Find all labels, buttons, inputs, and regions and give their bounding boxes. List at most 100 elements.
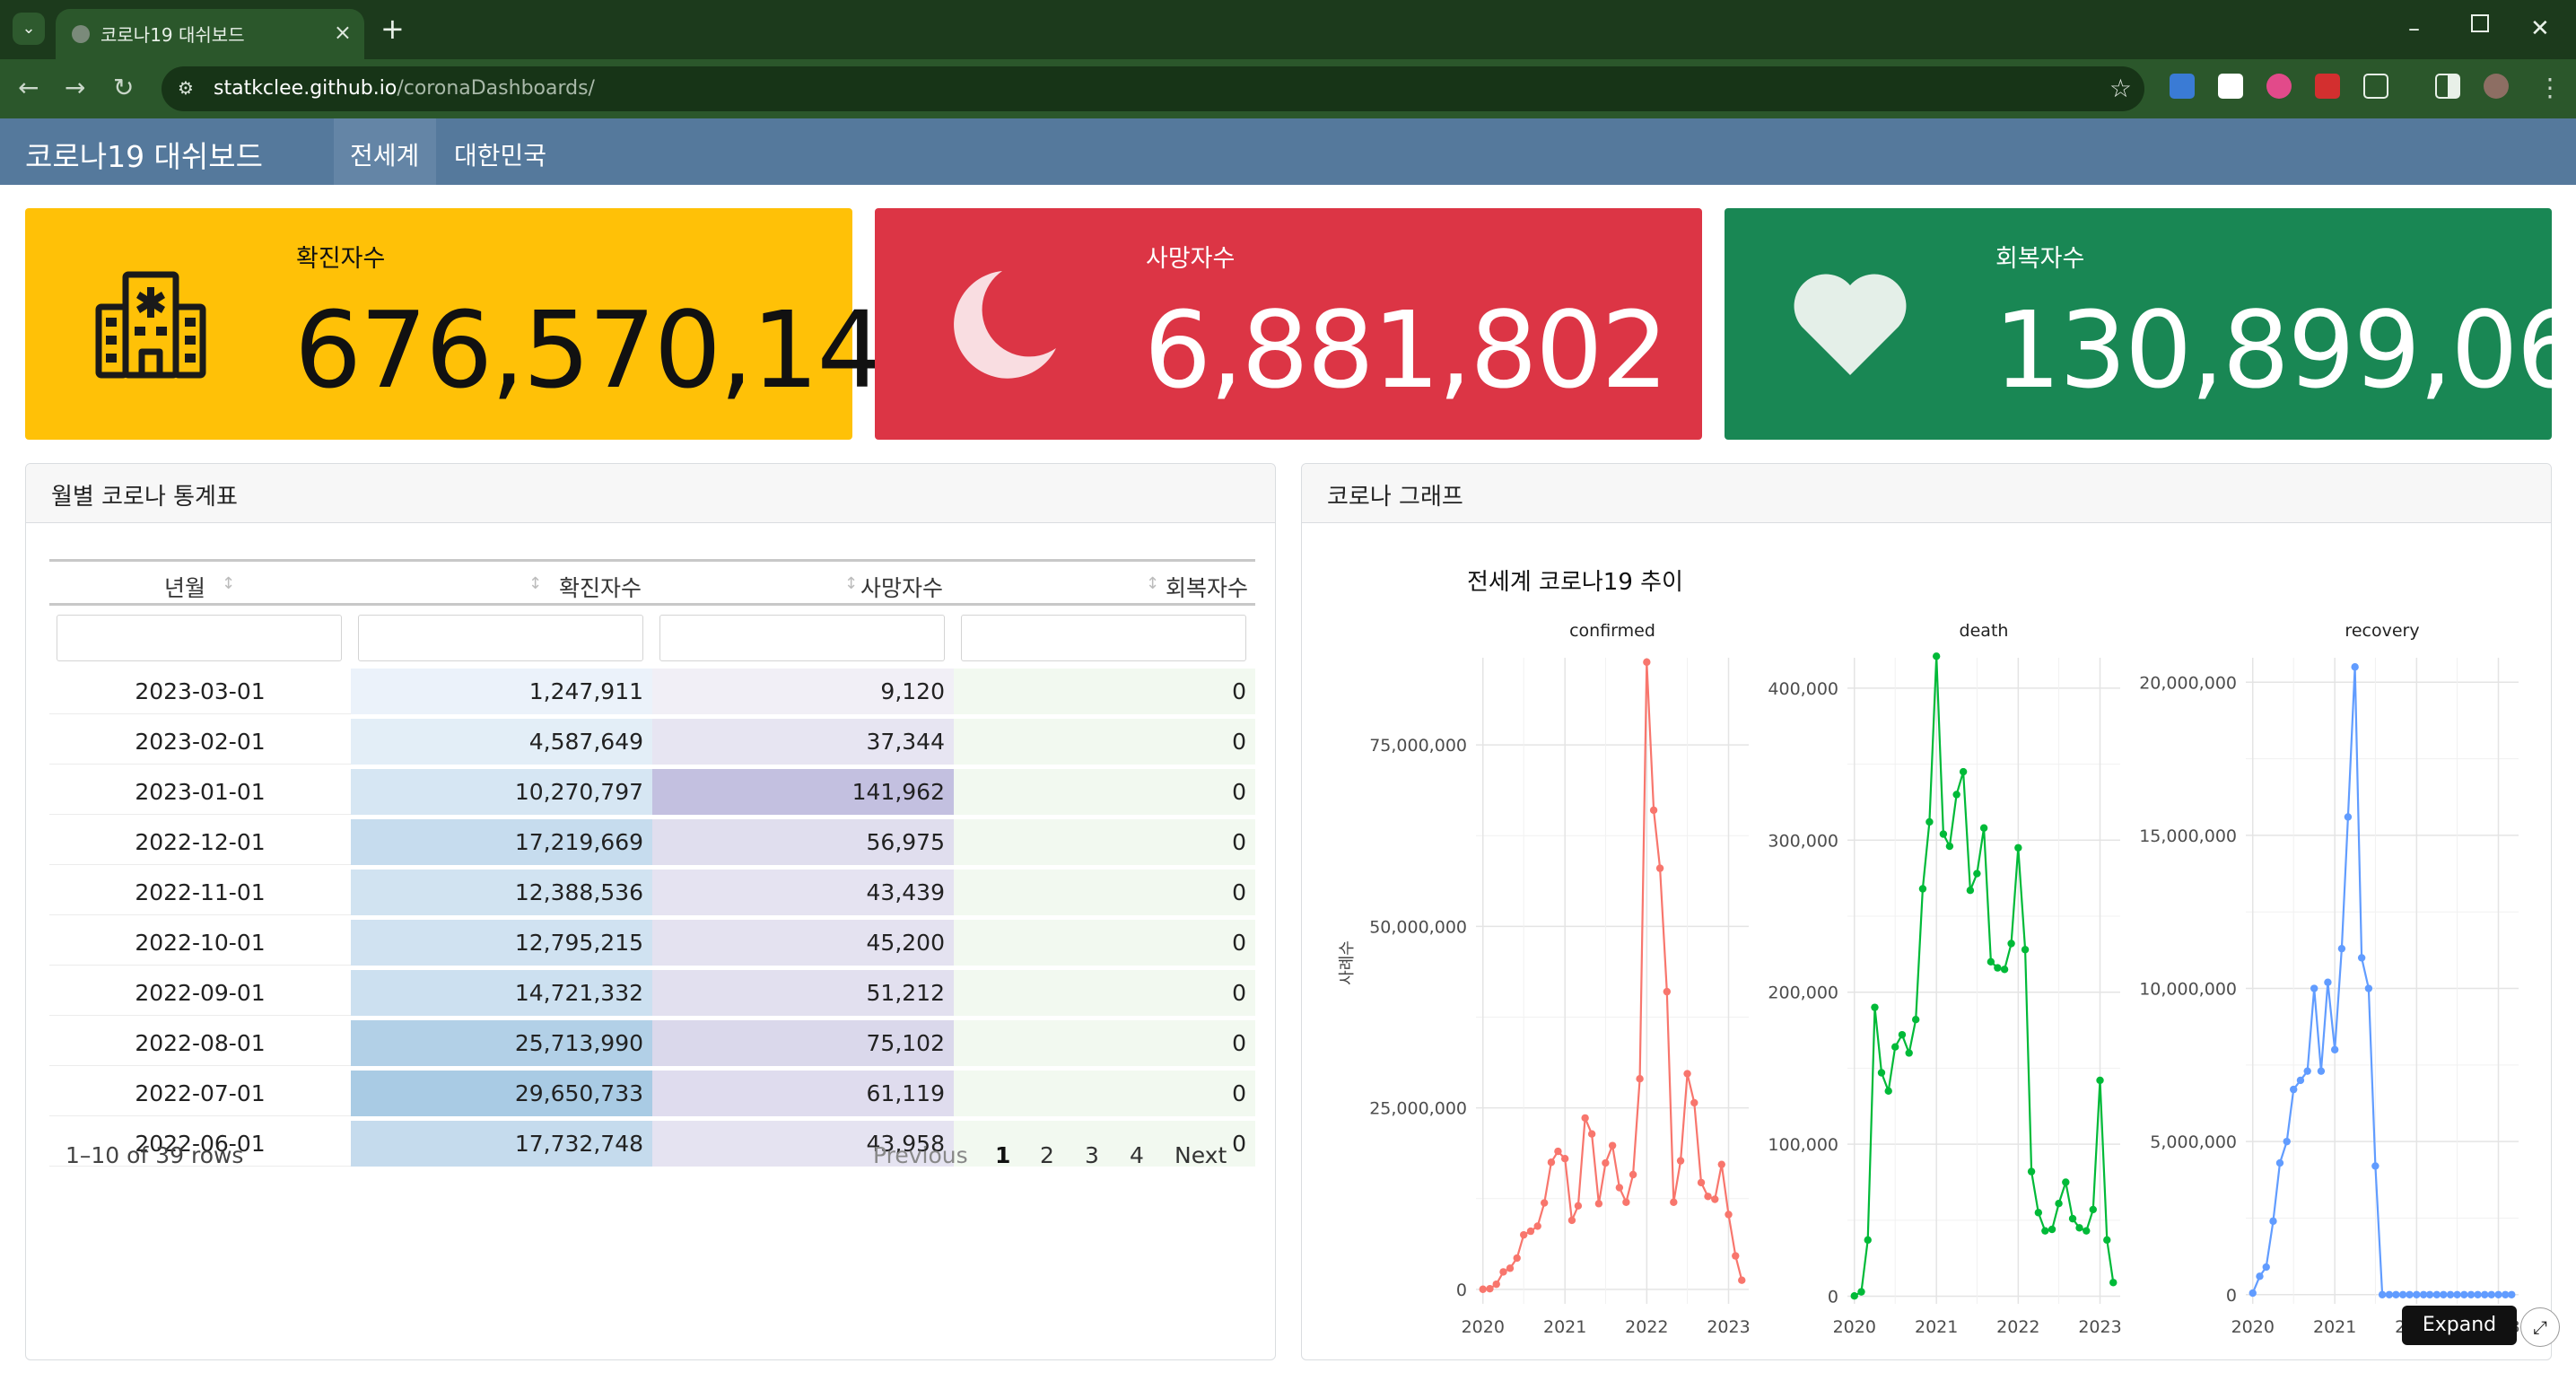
data-point-death [2000,966,2009,974]
data-point-confirmed [1547,1158,1556,1167]
date-cell: 2023-02-01 [135,729,266,755]
data-point-confirmed [1704,1193,1712,1201]
table-row: 2023-02-01 4,587,649 37,344 0 [49,719,1255,765]
color-picker-extension-icon[interactable] [2266,74,2292,99]
data-point-recovery [2330,1045,2339,1053]
page-button-2[interactable]: 2 [1040,1142,1054,1168]
data-point-death [1850,1291,1858,1300]
moon-icon [954,271,1056,379]
data-point-recovery [2406,1290,2414,1298]
data-point-confirmed [1629,1170,1637,1179]
page-button-4[interactable]: 4 [1130,1142,1144,1168]
x-tick-label: 2021 [1543,1317,1586,1337]
y-tick-label: 5,000,000 [2150,1132,2237,1152]
data-point-death [1884,1087,1892,1096]
confirmed-cell: 29,650,733 [351,1071,652,1116]
bookmark-star-icon[interactable]: ☆ [2109,74,2132,103]
data-point-recovery [2351,663,2359,671]
nav-tab-korea[interactable]: 대한민국 [438,118,563,185]
data-point-death [2021,946,2030,954]
date-cell: 2022-08-01 [135,1030,266,1056]
data-point-confirmed [1513,1254,1521,1263]
browser-tab[interactable]: 코로나19 대쉬보드 × [56,9,364,59]
data-point-death [1898,1030,1907,1039]
minimize-icon[interactable]: – [2408,13,2420,45]
browser-chrome: ⌄ 코로나19 대쉬보드 × + – ✕ ← → ↻ ⚙ statkclee.g… [0,0,2576,118]
table-row: 2023-01-01 10,270,797 141,962 0 [49,769,1255,815]
y-tick-label: 400,000 [1768,679,1838,699]
death-caption: 사망자수 [1146,245,1236,273]
data-point-death [1932,652,1941,660]
recovery-caption: 회복자수 [1995,245,2085,273]
x-tick-label: 2021 [1915,1317,1958,1337]
recovery-cell: 0 [954,1020,1255,1066]
tab-search-button[interactable]: ⌄ [13,13,45,45]
filter-input-death[interactable] [659,615,945,661]
back-icon[interactable]: ← [18,72,39,104]
nav-tab-world[interactable]: 전세계 [334,118,436,185]
date-cell: 2022-11-01 [135,879,266,905]
data-point-death [2062,1178,2070,1186]
data-point-recovery [2494,1290,2502,1298]
y-tick-label: 50,000,000 [1369,917,1467,937]
data-point-recovery [2398,1290,2407,1298]
extension-icon[interactable] [2218,74,2243,99]
close-window-icon[interactable]: ✕ [2530,13,2550,45]
site-info-icon[interactable]: ⚙ [178,77,199,99]
data-point-confirmed [1732,1252,1740,1260]
col-header-recovery[interactable]: ↕ 회복자수 [954,559,1255,606]
y-tick-label: 0 [2226,1286,2237,1306]
data-point-death [1925,817,1934,826]
data-point-recovery [2446,1290,2455,1298]
side-panel-icon[interactable] [2435,74,2460,99]
new-tab-button[interactable]: + [380,13,405,45]
translate-extension-icon[interactable] [2170,74,2195,99]
data-point-death [2007,940,2015,948]
page-button-1[interactable]: 1 [995,1142,1010,1168]
filter-input-date[interactable] [57,615,342,661]
forward-icon[interactable]: → [65,72,85,104]
data-point-recovery [2249,1289,2257,1298]
expand-icon[interactable]: ⤢ [2520,1307,2560,1347]
x-tick-label: 2021 [2313,1317,2356,1337]
filter-input-recovery[interactable] [961,615,1246,661]
filter-input-confirmed[interactable] [358,615,643,661]
data-point-recovery [2371,1162,2380,1170]
extensions-puzzle-icon[interactable] [2363,74,2388,99]
maximize-icon[interactable] [2471,14,2489,32]
tab-close-icon[interactable]: × [334,20,352,45]
recovery-cell: 0 [954,819,1255,865]
recovery-cell: 0 [954,719,1255,765]
data-point-recovery [2432,1290,2441,1298]
reload-icon[interactable]: ↻ [113,72,134,104]
next-page-button[interactable]: Next [1174,1142,1227,1168]
data-point-death [1979,824,1988,832]
date-cell: 2022-09-01 [135,980,266,1006]
data-point-confirmed [1499,1268,1507,1276]
page-button-3[interactable]: 3 [1085,1142,1099,1168]
x-tick-label: 2023 [1707,1317,1750,1337]
address-bar[interactable]: ⚙ statkclee.github.io/coronaDashboards/ … [162,66,2144,111]
data-point-confirmed [1608,1141,1617,1149]
col-header-confirmed[interactable]: ↕ 확진자수 [351,559,652,606]
data-point-recovery [2385,1290,2394,1298]
previous-page-button[interactable]: Previous [873,1142,968,1168]
date-cell: 2022-07-01 [135,1080,266,1106]
date-cell: 2022-10-01 [135,930,266,956]
data-point-confirmed [1533,1222,1541,1230]
extension-red-icon[interactable] [2315,74,2340,99]
y-tick-label: 20,000,000 [2139,673,2237,693]
profile-avatar[interactable] [2484,74,2509,99]
data-point-death [1987,957,1995,966]
confirmed-cell: 17,732,748 [351,1121,652,1167]
col-header-death[interactable]: ↕ 사망자수 [652,559,954,606]
x-tick-label: 2022 [1625,1317,1668,1337]
data-point-recovery [2275,1158,2284,1167]
data-point-death [2075,1224,2083,1232]
confirmed-cell: 14,721,332 [351,970,652,1016]
confirmed-value: 676,570,149 [294,288,950,412]
col-header-date[interactable]: 년월 ↕ [49,559,351,606]
data-point-recovery [2296,1076,2305,1085]
data-point-confirmed [1711,1195,1719,1203]
browser-menu-icon[interactable]: ⋮ [2537,72,2563,104]
